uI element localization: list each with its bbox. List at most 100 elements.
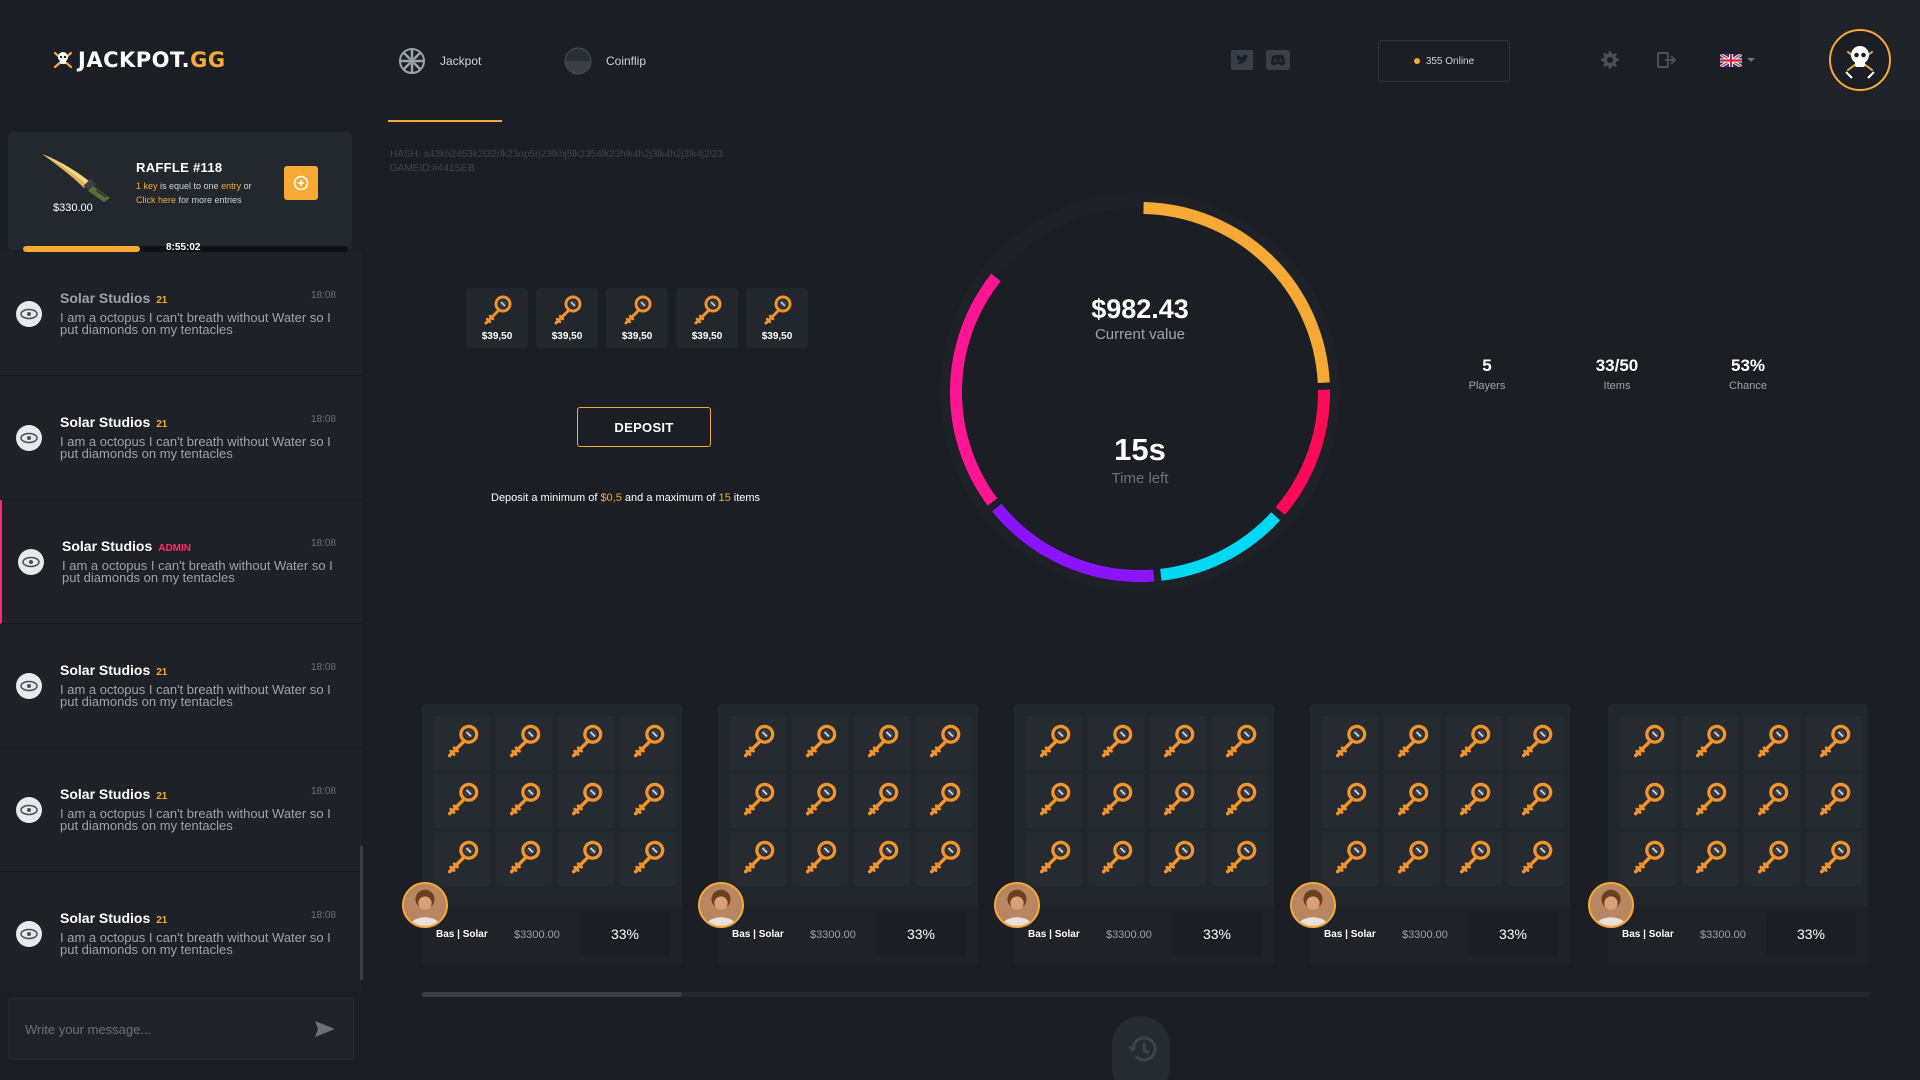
avatar[interactable] — [16, 673, 42, 699]
deposited-key-item[interactable] — [434, 716, 490, 770]
deposits-scroll-thumb[interactable] — [422, 992, 682, 997]
deposited-key-item[interactable] — [730, 832, 786, 886]
player-deposit-card[interactable]: Bas | Solar $3300.00 33% — [402, 704, 682, 964]
message-author[interactable]: Solar Studios 21 — [60, 662, 167, 678]
deposited-key-item[interactable] — [1682, 716, 1738, 770]
deposited-key-item[interactable] — [1150, 774, 1206, 828]
deposited-key-item[interactable] — [1384, 774, 1440, 828]
deposited-key-item[interactable] — [1446, 832, 1502, 886]
deposited-key-item[interactable] — [620, 832, 676, 886]
deposited-key-item[interactable] — [1384, 832, 1440, 886]
inventory-key-item[interactable]: $39,50 — [606, 288, 668, 348]
deposited-key-item[interactable] — [1322, 774, 1378, 828]
depositor-name[interactable]: Bas | Solar — [1622, 929, 1674, 940]
deposited-key-item[interactable] — [1508, 832, 1564, 886]
deposited-key-item[interactable] — [1026, 832, 1082, 886]
deposited-key-item[interactable] — [1088, 832, 1144, 886]
logout-icon[interactable] — [1655, 48, 1679, 72]
deposited-key-item[interactable] — [620, 774, 676, 828]
deposited-key-item[interactable] — [730, 774, 786, 828]
avatar[interactable] — [1290, 882, 1336, 928]
deposited-key-item[interactable] — [916, 832, 972, 886]
deposited-key-item[interactable] — [1682, 832, 1738, 886]
deposited-key-item[interactable] — [1322, 832, 1378, 886]
chat-scrollbar[interactable] — [360, 846, 363, 980]
language-selector[interactable] — [1718, 48, 1758, 72]
message-author[interactable]: Solar Studios 21 — [60, 290, 167, 306]
deposited-key-item[interactable] — [792, 774, 848, 828]
deposited-key-item[interactable] — [854, 832, 910, 886]
deposited-key-item[interactable] — [1026, 716, 1082, 770]
inventory-key-item[interactable]: $39,50 — [536, 288, 598, 348]
deposited-key-item[interactable] — [792, 716, 848, 770]
avatar[interactable] — [402, 882, 448, 928]
tab-jackpot[interactable]: Jackpot — [388, 0, 504, 122]
gear-icon[interactable] — [1597, 48, 1621, 72]
player-deposit-card[interactable]: Bas | Solar $3300.00 33% — [1588, 704, 1868, 964]
deposited-key-item[interactable] — [1806, 774, 1862, 828]
deposited-key-item[interactable] — [1384, 716, 1440, 770]
deposited-key-item[interactable] — [1212, 716, 1268, 770]
deposited-key-item[interactable] — [1620, 832, 1676, 886]
player-deposit-card[interactable]: Bas | Solar $3300.00 33% — [994, 704, 1274, 964]
site-logo[interactable]: JACKPOT.GG — [52, 48, 226, 72]
avatar[interactable] — [16, 301, 42, 327]
deposit-button[interactable]: DEPOSIT — [577, 407, 711, 447]
deposited-key-item[interactable] — [558, 716, 614, 770]
player-deposit-card[interactable]: Bas | Solar $3300.00 33% — [1290, 704, 1570, 964]
deposited-key-item[interactable] — [1682, 774, 1738, 828]
inventory-key-item[interactable]: $39,50 — [676, 288, 738, 348]
twitter-icon[interactable] — [1230, 48, 1254, 72]
avatar[interactable] — [16, 425, 42, 451]
deposited-key-item[interactable] — [1508, 716, 1564, 770]
avatar[interactable] — [1588, 882, 1634, 928]
deposited-key-item[interactable] — [496, 774, 552, 828]
deposited-key-item[interactable] — [916, 716, 972, 770]
history-button[interactable] — [1112, 1016, 1170, 1080]
deposited-key-item[interactable] — [1026, 774, 1082, 828]
inventory-key-item[interactable]: $39,50 — [746, 288, 808, 348]
deposited-key-item[interactable] — [558, 774, 614, 828]
user-avatar-area[interactable] — [1800, 0, 1920, 120]
raffle-more-entries-link[interactable]: Click here for more entries — [136, 195, 242, 205]
message-author[interactable]: Solar Studios 21 — [60, 414, 167, 430]
deposits-scrollbar[interactable] — [422, 992, 1870, 997]
send-icon[interactable] — [313, 1017, 337, 1041]
deposited-key-item[interactable] — [1744, 774, 1800, 828]
deposited-key-item[interactable] — [434, 774, 490, 828]
deposited-key-item[interactable] — [620, 716, 676, 770]
avatar[interactable] — [698, 882, 744, 928]
deposited-key-item[interactable] — [1088, 774, 1144, 828]
deposited-key-item[interactable] — [916, 774, 972, 828]
deposited-key-item[interactable] — [496, 716, 552, 770]
depositor-name[interactable]: Bas | Solar — [436, 929, 488, 940]
deposited-key-item[interactable] — [496, 832, 552, 886]
depositor-name[interactable]: Bas | Solar — [1324, 929, 1376, 940]
deposited-key-item[interactable] — [854, 716, 910, 770]
deposited-key-item[interactable] — [1088, 716, 1144, 770]
tab-coinflip[interactable]: Coinflip — [554, 0, 656, 122]
depositor-name[interactable]: Bas | Solar — [732, 929, 784, 940]
inventory-key-item[interactable]: $39,50 — [466, 288, 528, 348]
avatar[interactable] — [16, 797, 42, 823]
deposited-key-item[interactable] — [854, 774, 910, 828]
deposited-key-item[interactable] — [1508, 774, 1564, 828]
raffle-enter-button[interactable] — [284, 166, 318, 200]
depositor-name[interactable]: Bas | Solar — [1028, 929, 1080, 940]
deposited-key-item[interactable] — [730, 716, 786, 770]
deposited-key-item[interactable] — [1620, 774, 1676, 828]
deposited-key-item[interactable] — [1212, 774, 1268, 828]
discord-icon[interactable] — [1266, 48, 1290, 72]
message-author[interactable]: Solar Studios 21 — [60, 910, 167, 926]
deposited-key-item[interactable] — [1744, 716, 1800, 770]
deposited-key-item[interactable] — [434, 832, 490, 886]
deposited-key-item[interactable] — [1446, 716, 1502, 770]
avatar[interactable] — [16, 921, 42, 947]
deposited-key-item[interactable] — [1150, 716, 1206, 770]
deposited-key-item[interactable] — [1322, 716, 1378, 770]
deposited-key-item[interactable] — [1150, 832, 1206, 886]
deposited-key-item[interactable] — [792, 832, 848, 886]
deposited-key-item[interactable] — [1806, 716, 1862, 770]
avatar[interactable] — [994, 882, 1040, 928]
message-author[interactable]: Solar Studios ADMIN — [62, 538, 191, 554]
